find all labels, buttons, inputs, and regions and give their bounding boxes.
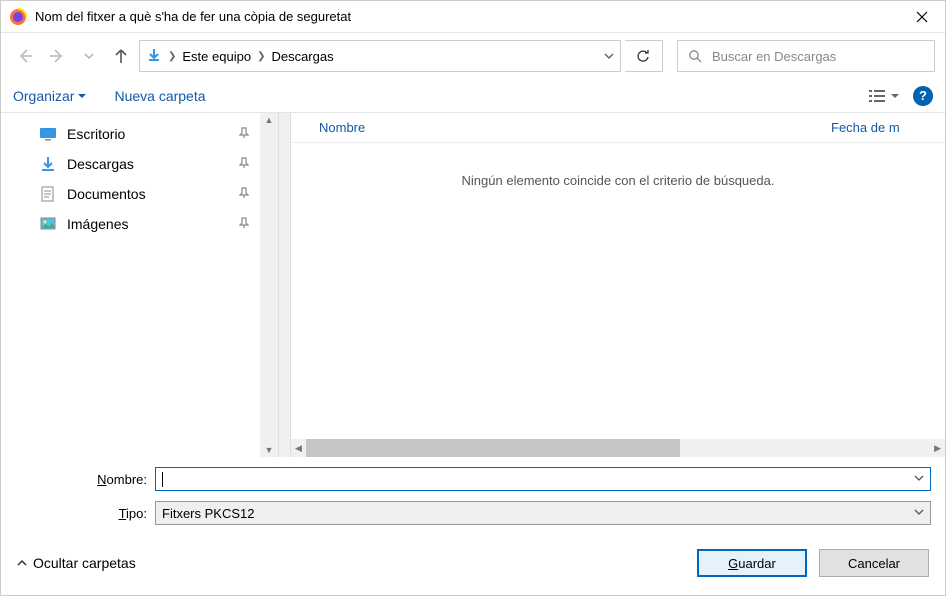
chevron-up-icon xyxy=(17,558,27,568)
footer: Ocultar carpetas Guardar Cancelar xyxy=(1,535,945,595)
filetype-select[interactable]: Fitxers PKCS12 xyxy=(155,501,931,525)
nav-row: ❯ Este equipo ❯ Descargas Buscar en Desc… xyxy=(1,33,945,79)
titlebar: Nom del fitxer a què s'ha de fer una còp… xyxy=(1,1,945,33)
new-folder-button[interactable]: Nueva carpeta xyxy=(114,88,205,104)
downloads-icon xyxy=(39,155,57,173)
scroll-left-icon[interactable]: ◀ xyxy=(291,443,306,454)
cancel-button[interactable]: Cancelar xyxy=(819,549,929,577)
file-list-area: Nombre Fecha de m Ningún elemento coinci… xyxy=(291,113,945,457)
filetype-label: Tipo: xyxy=(15,506,155,521)
column-headers: Nombre Fecha de m xyxy=(291,113,945,143)
chevron-right-icon: ❯ xyxy=(168,51,176,62)
pin-icon xyxy=(238,127,250,142)
refresh-button[interactable] xyxy=(625,40,663,72)
breadcrumb-current[interactable]: Descargas xyxy=(271,49,333,64)
up-button[interactable] xyxy=(107,42,135,70)
form-area: Nombre: Tipo: Fitxers PKCS12 xyxy=(1,457,945,535)
search-icon xyxy=(688,49,702,63)
empty-message: Ningún elemento coincide con el criterio… xyxy=(291,143,945,188)
sidebar-item-desktop[interactable]: Escritorio xyxy=(1,119,278,149)
horizontal-scrollbar[interactable]: ◀ ▶ xyxy=(291,439,945,457)
documents-icon xyxy=(39,185,57,203)
text-cursor xyxy=(162,472,163,487)
scroll-thumb[interactable] xyxy=(306,439,680,457)
recent-dropdown[interactable] xyxy=(75,42,103,70)
chevron-down-icon[interactable] xyxy=(914,507,924,520)
search-placeholder: Buscar en Descargas xyxy=(712,49,836,64)
forward-button xyxy=(43,42,71,70)
address-dropdown[interactable] xyxy=(604,49,614,64)
scroll-down-icon[interactable]: ▼ xyxy=(265,443,274,457)
firefox-icon xyxy=(9,8,27,26)
back-button xyxy=(11,42,39,70)
splitter[interactable] xyxy=(278,113,291,457)
sidebar-scrollbar[interactable]: ▲ ▼ xyxy=(260,113,278,457)
chevron-right-icon: ❯ xyxy=(257,51,265,62)
organize-menu[interactable]: Organizar xyxy=(13,88,86,104)
view-icon xyxy=(869,89,885,103)
column-date[interactable]: Fecha de m xyxy=(831,120,900,135)
filename-input[interactable] xyxy=(155,467,931,491)
sidebar-item-images[interactable]: Imágenes xyxy=(1,209,278,239)
pin-icon xyxy=(238,157,250,172)
help-button[interactable]: ? xyxy=(913,86,933,106)
search-input[interactable]: Buscar en Descargas xyxy=(677,40,935,72)
breadcrumb-root[interactable]: Este equipo xyxy=(182,49,251,64)
scroll-right-icon[interactable]: ▶ xyxy=(930,443,945,454)
filename-label: Nombre: xyxy=(15,472,155,487)
scroll-up-icon[interactable]: ▲ xyxy=(265,113,274,127)
window-title: Nom del fitxer a què s'ha de fer una còp… xyxy=(35,9,899,24)
address-bar[interactable]: ❯ Este equipo ❯ Descargas xyxy=(139,40,621,72)
downloads-icon xyxy=(146,47,162,66)
hide-folders-button[interactable]: Ocultar carpetas xyxy=(17,555,136,571)
chevron-down-icon[interactable] xyxy=(914,473,924,486)
sidebar-item-documents[interactable]: Documentos xyxy=(1,179,278,209)
column-name[interactable]: Nombre xyxy=(291,120,831,135)
sidebar: Escritorio Descargas Documentos Imágenes… xyxy=(1,113,278,457)
chevron-down-icon xyxy=(78,92,86,100)
sidebar-item-downloads[interactable]: Descargas xyxy=(1,149,278,179)
pin-icon xyxy=(238,217,250,232)
desktop-icon xyxy=(39,125,57,143)
pin-icon xyxy=(238,187,250,202)
chevron-down-icon xyxy=(891,92,899,100)
close-button[interactable] xyxy=(899,1,945,33)
view-options[interactable] xyxy=(869,89,899,103)
save-button[interactable]: Guardar xyxy=(697,549,807,577)
images-icon xyxy=(39,215,57,233)
toolbar: Organizar Nueva carpeta ? xyxy=(1,79,945,113)
